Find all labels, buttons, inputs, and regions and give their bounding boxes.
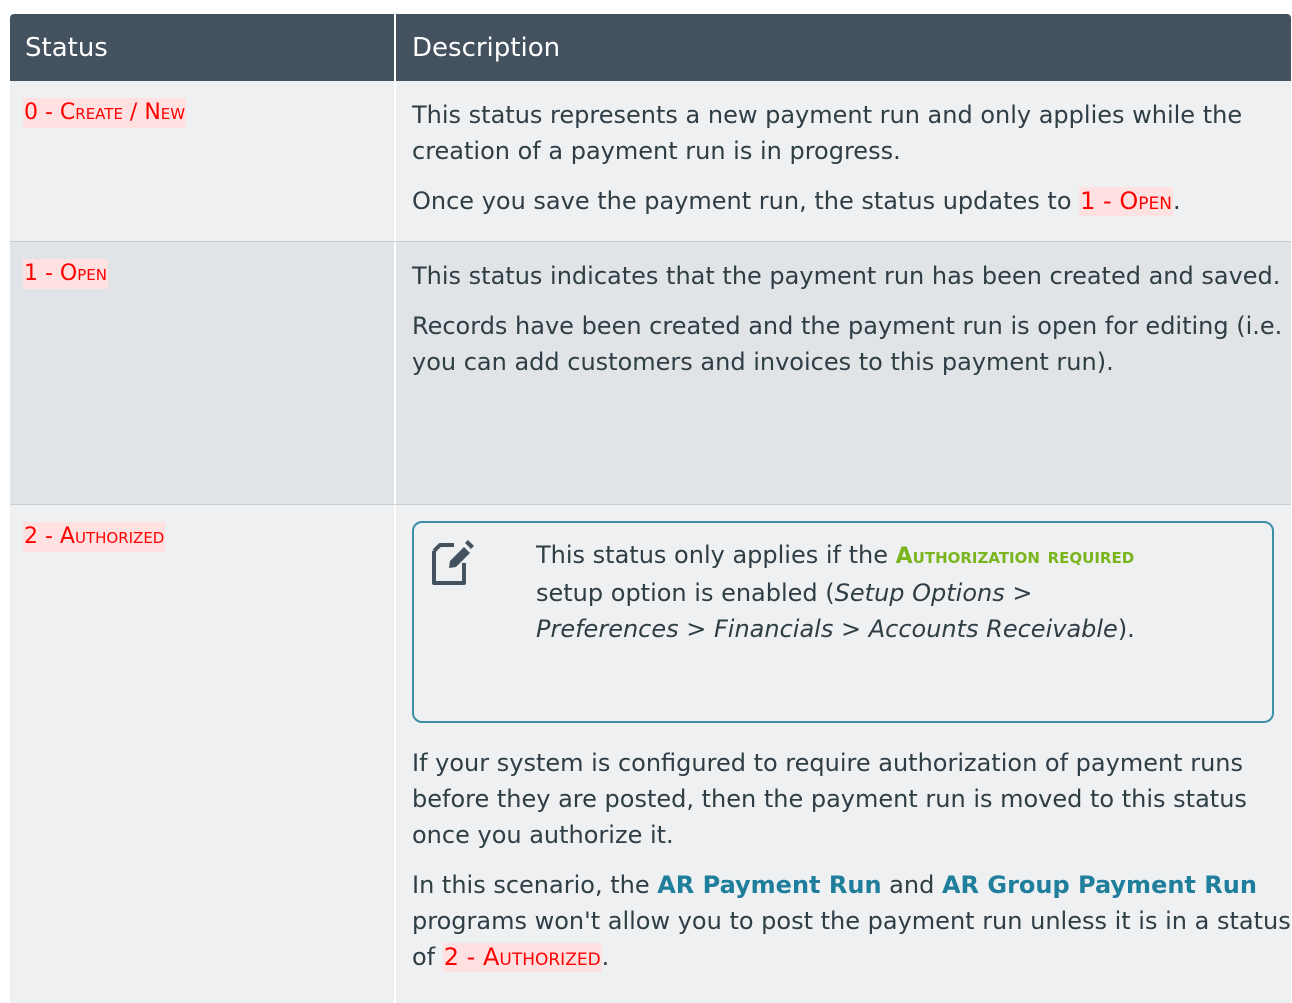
setting-name: Authorization required: [895, 544, 1135, 569]
status-table: Status Description 0 - Create / New This…: [10, 14, 1291, 1003]
description-text: This status represents a new payment run…: [412, 101, 1243, 165]
description-text: Records have been created and the paymen…: [412, 312, 1283, 376]
table-row: 1 - Open This status indicates that the …: [10, 242, 1291, 505]
program-link[interactable]: AR Group Payment Run: [942, 871, 1257, 899]
description-cell: This status only applies if the Authoriz…: [396, 505, 1291, 1003]
description-text: Once you save the payment run, the statu…: [412, 187, 1181, 216]
program-link[interactable]: AR Payment Run: [657, 871, 881, 899]
note-edit-icon: [432, 540, 474, 585]
table-row: 0 - Create / New This status represents …: [10, 81, 1291, 242]
table-header: Status Description: [10, 14, 1291, 81]
status-ref[interactable]: 2 - Authorized: [442, 943, 602, 972]
status-label: 0 - Create / New: [23, 98, 187, 128]
table-row: 2 - Authorized This status only applies …: [10, 505, 1291, 1003]
header-status: Status: [10, 14, 396, 81]
status-label: 2 - Authorized: [23, 522, 166, 552]
status-label: 1 - Open: [23, 259, 108, 289]
description-cell: This status represents a new payment run…: [396, 81, 1291, 241]
note-text: This status only applies if the Authoriz…: [536, 541, 1135, 643]
header-description: Description: [412, 33, 561, 63]
description-text: This status indicates that the payment r…: [412, 262, 1281, 290]
description-cell: This status indicates that the payment r…: [396, 242, 1291, 504]
description-text: In this scenario, the AR Payment Run and…: [412, 871, 1291, 972]
description-text: If your system is configured to require …: [412, 749, 1247, 849]
status-ref[interactable]: 1 - Open: [1079, 187, 1173, 216]
note-box: This status only applies if the Authoriz…: [412, 521, 1274, 723]
